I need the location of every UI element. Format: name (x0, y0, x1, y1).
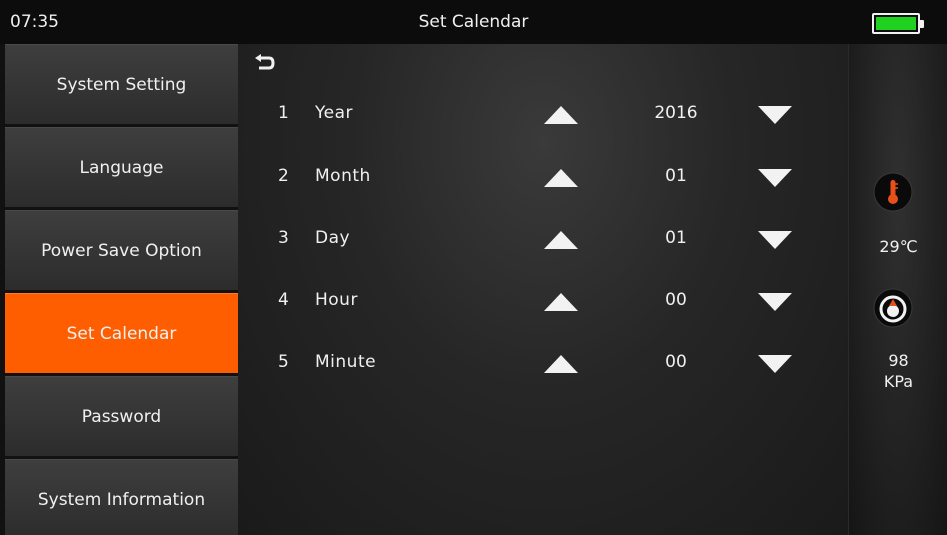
battery-level-fill (876, 17, 916, 30)
sidebar-item-set-calendar[interactable]: Set Calendar (5, 293, 238, 373)
battery-icon (872, 13, 924, 34)
up-triangle-icon[interactable] (544, 293, 578, 311)
row-index: 4 (278, 290, 289, 310)
down-triangle-icon[interactable] (758, 355, 792, 373)
up-triangle-icon[interactable] (544, 106, 578, 124)
calendar-row-minute: 5 Minute 00 (238, 348, 848, 378)
sidebar: System Setting Language Power Save Optio… (0, 44, 238, 535)
row-index: 1 (278, 103, 289, 123)
calendar-row-month: 2 Month 01 (238, 162, 848, 192)
pressure-unit: KPa (883, 372, 914, 391)
calendar-panel: 1 Year 2016 2 Month 01 3 Day 01 4 Hour 0… (238, 44, 848, 535)
sensor-panel: 29℃ 98 KPa (848, 44, 947, 535)
calendar-row-day: 3 Day 01 (238, 224, 848, 254)
sidebar-item-language[interactable]: Language (5, 127, 238, 207)
sidebar-item-label: System Setting (56, 74, 187, 95)
row-value: 2016 (654, 103, 698, 123)
sidebar-item-label: Password (81, 406, 162, 427)
sidebar-item-label: Set Calendar (66, 323, 177, 344)
sidebar-item-label: Power Save Option (41, 240, 202, 261)
pressure-gauge-icon (873, 288, 913, 328)
row-label: Minute (315, 352, 377, 372)
up-triangle-icon[interactable] (544, 231, 578, 249)
row-index: 2 (278, 166, 289, 186)
sidebar-item-password[interactable]: Password (5, 376, 238, 456)
row-label: Month (315, 166, 371, 186)
row-value: 00 (665, 352, 687, 372)
back-arrow-icon[interactable] (254, 54, 276, 72)
sidebar-item-label: Language (79, 157, 164, 178)
sidebar-item-label: System Information (37, 489, 206, 510)
row-label: Hour (315, 290, 358, 310)
down-triangle-icon[interactable] (758, 231, 792, 249)
page-title: Set Calendar (418, 12, 529, 32)
row-label: Day (315, 228, 351, 248)
sidebar-item-system-information[interactable]: System Information (5, 459, 238, 535)
up-triangle-icon[interactable] (544, 169, 578, 187)
calendar-row-year: 1 Year 2016 (238, 99, 848, 129)
row-label: Year (315, 103, 353, 123)
calendar-row-hour: 4 Hour 00 (238, 286, 848, 316)
temperature-readout: 29℃ (879, 237, 918, 256)
thermometer-icon (873, 172, 913, 212)
sidebar-item-system-setting[interactable]: System Setting (5, 44, 238, 124)
row-value: 00 (665, 290, 687, 310)
sidebar-item-power-save-option[interactable]: Power Save Option (5, 210, 238, 290)
status-bar: 07:35 Set Calendar (0, 0, 947, 44)
row-value: 01 (665, 228, 687, 248)
row-value: 01 (665, 166, 687, 186)
up-triangle-icon[interactable] (544, 355, 578, 373)
pressure-value: 98 (888, 351, 909, 370)
down-triangle-icon[interactable] (758, 106, 792, 124)
row-index: 5 (278, 352, 289, 372)
row-index: 3 (278, 228, 289, 248)
down-triangle-icon[interactable] (758, 169, 792, 187)
down-triangle-icon[interactable] (758, 293, 792, 311)
